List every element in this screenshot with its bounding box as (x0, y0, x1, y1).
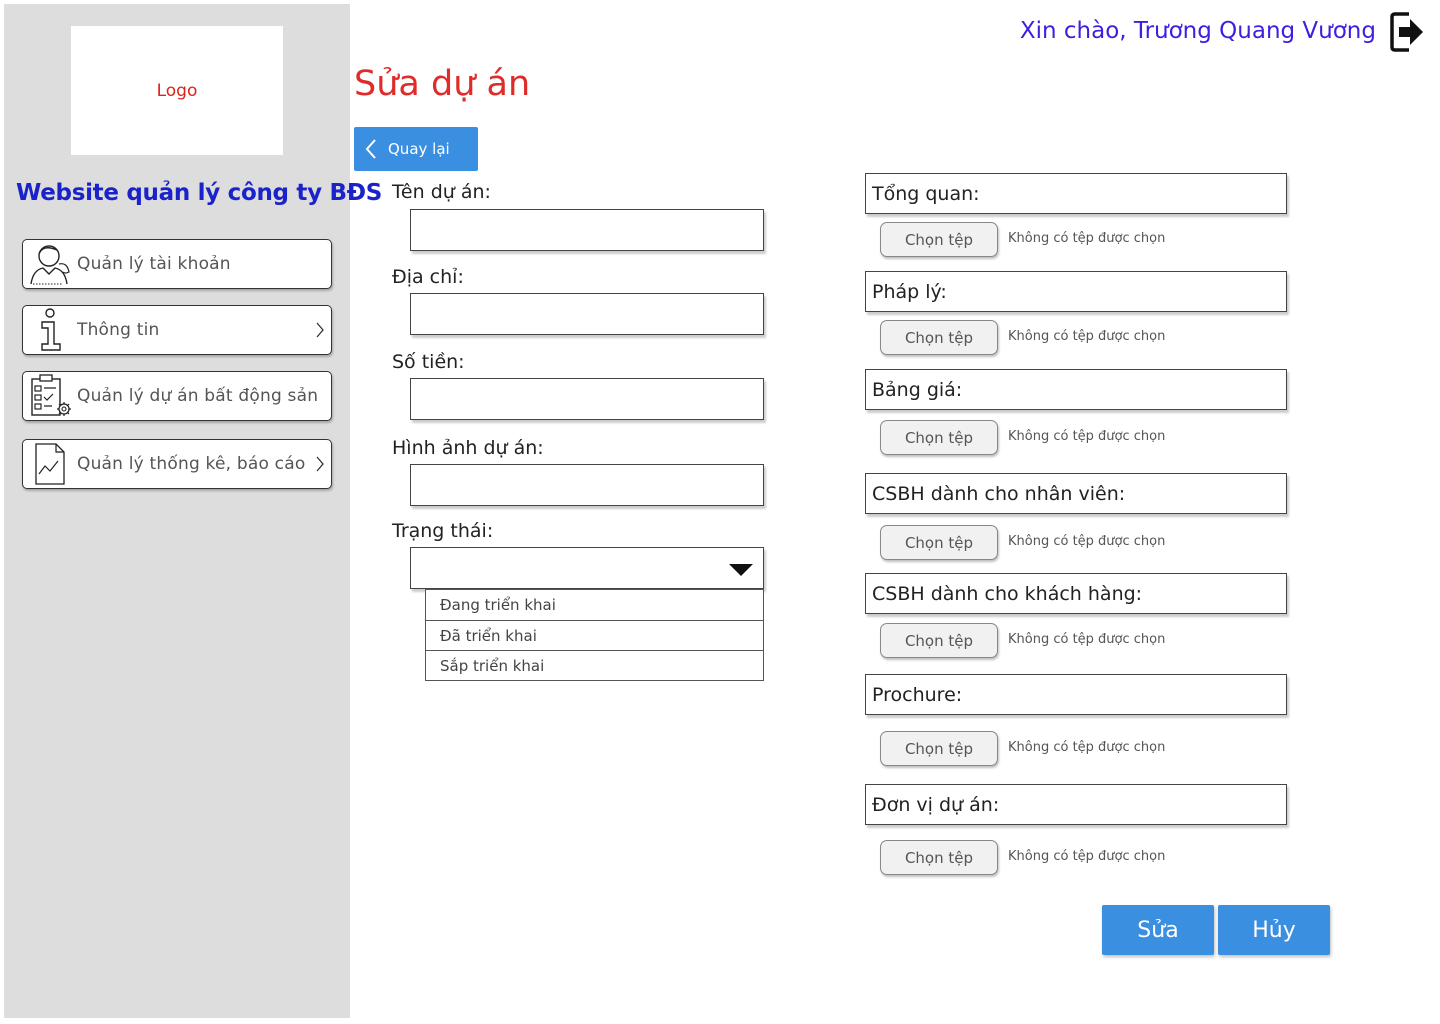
choose-file-button[interactable]: Chọn tệp (880, 222, 998, 257)
cancel-button[interactable]: Hủy (1218, 905, 1330, 955)
file-status: Không có tệp được chọn (1008, 632, 1166, 647)
logout-icon[interactable] (1389, 10, 1425, 54)
choose-file-button[interactable]: Chọn tệp (880, 731, 998, 766)
chevron-left-icon (365, 139, 376, 159)
back-button-label: Quay lại (388, 140, 450, 158)
project-name-input[interactable] (410, 209, 764, 251)
project-unit-field: Đơn vị dự án: (865, 784, 1287, 825)
chevron-right-icon (316, 322, 324, 338)
chart-report-icon (23, 440, 77, 488)
status-label: Trạng thái: (392, 520, 494, 542)
address-label: Địa chỉ: (392, 266, 464, 288)
file-status: Không có tệp được chọn (1008, 740, 1166, 755)
project-image-input[interactable] (410, 464, 764, 506)
file-status: Không có tệp được chọn (1008, 329, 1166, 344)
staff-policy-field: CSBH dành cho nhân viên: (865, 473, 1287, 514)
checklist-gear-icon (23, 372, 77, 420)
sidebar-item-projects[interactable]: Quản lý dự án bất động sản (22, 371, 332, 421)
logo: Logo (71, 26, 283, 155)
info-icon (23, 306, 77, 354)
choose-file-button[interactable]: Chọn tệp (880, 840, 998, 875)
sidebar-item-account[interactable]: Quản lý tài khoản (22, 239, 332, 289)
sidebar: Logo Website quản lý công ty BĐS Quản lý… (4, 4, 382, 1018)
file-status: Không có tệp được chọn (1008, 849, 1166, 864)
site-title: Website quản lý công ty BĐS (16, 180, 382, 206)
status-select[interactable] (410, 547, 764, 589)
back-button[interactable]: Quay lại (354, 127, 478, 171)
project-name-label: Tên dự án: (392, 181, 491, 203)
project-image-label: Hình ảnh dự án: (392, 437, 544, 459)
chevron-right-icon (316, 456, 324, 472)
sidebar-item-reports[interactable]: Quản lý thống kê, báo cáo (22, 439, 332, 489)
user-manage-icon (23, 240, 77, 288)
status-option[interactable]: Đã triển khai (426, 620, 763, 650)
page: Logo Website quản lý công ty BĐS Quản lý… (0, 0, 1440, 1024)
legal-field: Pháp lý: (865, 271, 1287, 312)
amount-label: Số tiền: (392, 351, 465, 373)
sidebar-item-label: Thông tin (77, 320, 160, 340)
page-title: Sửa dự án (354, 64, 531, 104)
address-input[interactable] (410, 293, 764, 335)
sidebar-item-label: Quản lý dự án bất động sản (77, 386, 319, 406)
edit-button[interactable]: Sửa (1102, 905, 1214, 955)
price-table-field: Bảng giá: (865, 369, 1287, 410)
amount-input[interactable] (410, 378, 764, 420)
file-status: Không có tệp được chọn (1008, 429, 1166, 444)
brochure-field: Prochure: (865, 674, 1287, 715)
status-options: Đang triển khai Đã triển khai Sắp triển … (425, 589, 764, 681)
logo-text: Logo (156, 80, 198, 101)
choose-file-button[interactable]: Chọn tệp (880, 320, 998, 355)
caret-down-icon (729, 564, 753, 576)
sidebar-item-info[interactable]: Thông tin (22, 305, 332, 355)
status-option[interactable]: Sắp triển khai (426, 650, 763, 680)
choose-file-button[interactable]: Chọn tệp (880, 420, 998, 455)
choose-file-button[interactable]: Chọn tệp (880, 525, 998, 560)
overview-field: Tổng quan: (865, 173, 1287, 214)
file-status: Không có tệp được chọn (1008, 231, 1166, 246)
greeting: Xin chào, Trương Quang Vương (1019, 18, 1376, 44)
customer-policy-field: CSBH dành cho khách hàng: (865, 573, 1287, 614)
sidebar-item-label: Quản lý thống kê, báo cáo (77, 454, 306, 474)
choose-file-button[interactable]: Chọn tệp (880, 623, 998, 658)
file-status: Không có tệp được chọn (1008, 534, 1166, 549)
status-option[interactable]: Đang triển khai (426, 590, 763, 620)
sidebar-item-label: Quản lý tài khoản (77, 254, 231, 274)
